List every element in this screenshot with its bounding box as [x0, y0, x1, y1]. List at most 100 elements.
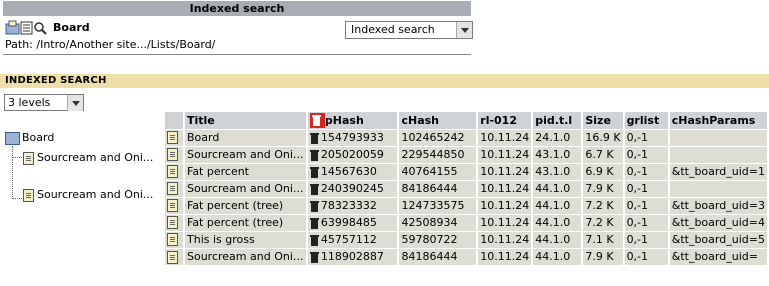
table-row[interactable]: Sourcream and Oni... 205020059 229544850 10… [165, 145, 769, 163]
delete-icon[interactable] [309, 200, 319, 212]
phash-value: 45757112 [320, 233, 377, 246]
table-row[interactable]: Sourcream and Oni... 240390245 84186444 10.… [165, 179, 769, 197]
row-icon-cell [165, 162, 185, 180]
cell-grlist: 0,-1 [623, 196, 670, 214]
cell-title: Fat percent (tree) [184, 213, 308, 231]
cell-grlist: 0,-1 [623, 162, 670, 180]
table-row[interactable]: Fat percent 14567630 40764155 10.11.24 43.1.… [165, 162, 769, 180]
cell-rl: 10.11.24 [477, 128, 534, 146]
chevron-down-icon[interactable] [456, 22, 472, 38]
cell-chash: 84186444 [398, 247, 479, 265]
table-row[interactable]: Fat percent (tree) 78323332 124733575 10.11… [165, 196, 769, 214]
row-icon-cell [165, 247, 185, 265]
cell-chash: 124733575 [398, 196, 479, 214]
tree-root-label: Board [22, 131, 55, 144]
cell-grlist: 0,-1 [623, 213, 670, 231]
tree-item[interactable]: Sourcream and Oni... [23, 151, 165, 165]
cell-chash: 84186444 [398, 179, 479, 197]
cell-pid: 44.1.0 [532, 213, 584, 231]
cell-rl: 10.11.24 [477, 247, 534, 265]
page-icon [23, 188, 34, 202]
header-icon-cell [165, 112, 185, 129]
column-header: Title [184, 112, 308, 129]
cell-params: &tt_board_uid=5 [668, 230, 769, 248]
delete-icon[interactable] [309, 217, 319, 229]
delete-icon[interactable] [309, 149, 319, 161]
page-icon [167, 165, 178, 179]
cell-chash: 40764155 [398, 162, 479, 180]
delete-icon[interactable] [309, 251, 319, 263]
page-icon [167, 233, 178, 247]
cell-pid: 44.1.0 [532, 179, 584, 197]
cell-pid: 44.1.0 [532, 196, 584, 214]
delete-icon[interactable] [309, 183, 319, 195]
row-icon-cell [165, 196, 185, 214]
indexed-search-table: Title pHash cHash rl-012 pid.t.l Size gr… [165, 112, 769, 265]
page-icon[interactable] [5, 20, 20, 35]
column-header: pHash [306, 112, 400, 129]
cell-params: &tt_board_uid=1 [668, 162, 769, 180]
column-header: rl-012 [477, 112, 534, 129]
cell-size: 7.2 K [582, 213, 625, 231]
tree-root[interactable]: Board [5, 131, 54, 145]
cell-pid: 44.1.0 [532, 247, 584, 265]
chevron-down-icon[interactable] [67, 95, 83, 111]
cell-params: &tt_board_uid=4 [668, 213, 769, 231]
cell-rl: 10.11.24 [477, 179, 534, 197]
column-header: cHash [398, 112, 479, 129]
cell-rl: 10.11.24 [477, 162, 534, 180]
levels-select-value: 3 levels [8, 96, 51, 109]
cell-params: &tt_board_uid=3 [668, 196, 769, 214]
list-view-icon[interactable] [20, 21, 33, 35]
row-icon-cell [165, 213, 185, 231]
cell-params [668, 179, 769, 197]
cell-rl: 10.11.24 [477, 145, 534, 163]
cell-pid: 24.1.0 [532, 128, 584, 146]
delete-icon[interactable] [309, 132, 319, 144]
cell-pid: 43.1.0 [532, 162, 584, 180]
cell-size: 6.7 K [582, 145, 625, 163]
table-row[interactable]: Sourcream and Oni... 118902887 84186444 10.… [165, 247, 769, 265]
delete-all-icon[interactable] [309, 112, 325, 128]
cell-phash: 240390245 [306, 179, 400, 197]
column-header: grlist [623, 112, 670, 129]
module-title-bar: Indexed search [3, 1, 471, 16]
cell-params [668, 145, 769, 163]
phash-value: 205020059 [320, 148, 384, 161]
cell-grlist: 0,-1 [623, 247, 670, 265]
levels-select[interactable]: 3 levels [4, 94, 84, 111]
cell-size: 7.9 K [582, 179, 625, 197]
page-icon [23, 151, 34, 165]
cell-phash: 14567630 [306, 162, 400, 180]
cell-title: Sourcream and Oni... [184, 145, 308, 163]
phash-value: 154793933 [320, 131, 384, 144]
delete-icon[interactable] [309, 234, 319, 246]
page-title: Board [53, 21, 90, 34]
cell-chash: 102465242 [398, 128, 479, 146]
table-row[interactable]: Board 154793933 102465242 10.11.24 24.1.0 16.… [165, 128, 769, 146]
cell-title: Fat percent [184, 162, 308, 180]
table-row[interactable]: Fat percent (tree) 63998485 42508934 10.11.… [165, 213, 769, 231]
tree-connector [12, 146, 22, 158]
cell-params: &tt_board_uid= [668, 247, 769, 265]
cell-title: Sourcream and Oni... [184, 247, 308, 265]
search-icon[interactable] [34, 22, 47, 35]
header-divider [3, 54, 471, 55]
cell-params [668, 128, 769, 146]
view-select[interactable]: Indexed search [345, 21, 473, 39]
table-row[interactable]: This is gross 45757112 59780722 10.11.24 44.… [165, 230, 769, 248]
phash-value: 78323332 [320, 199, 377, 212]
page-icon [167, 250, 178, 264]
cell-grlist: 0,-1 [623, 128, 670, 146]
cell-title: This is gross [184, 230, 308, 248]
cell-phash: 154793933 [306, 128, 400, 146]
cell-rl: 10.11.24 [477, 213, 534, 231]
page-icon [167, 216, 178, 230]
tree-item[interactable]: Sourcream and Oni... [23, 188, 165, 202]
cell-pid: 43.1.0 [532, 145, 584, 163]
delete-icon[interactable] [309, 166, 319, 178]
cell-size: 7.9 K [582, 247, 625, 265]
cell-phash: 118902887 [306, 247, 400, 265]
page-icons [5, 20, 49, 36]
cell-grlist: 0,-1 [623, 145, 670, 163]
